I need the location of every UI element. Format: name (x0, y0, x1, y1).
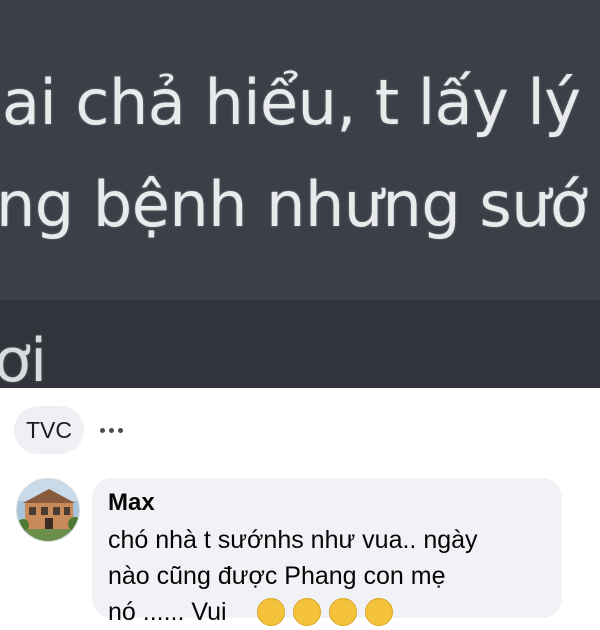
dot (118, 427, 123, 433)
laughing-emoji-icon (328, 598, 357, 626)
screenshot-lower-band (0, 300, 600, 388)
zoomed-screenshot-image: ai chả hiểu, t lấy lý ng bệnh nhưng sướ … (0, 0, 600, 388)
profile-avatar[interactable] (16, 478, 80, 542)
comment-text-line-3-row: nó ...... Vui (108, 594, 546, 630)
emoji-row (256, 598, 393, 626)
screenshot-text-line-1: ai chả hiểu, t lấy lý (2, 66, 581, 139)
screenshot-text-line-3: ơi (0, 326, 47, 388)
comment-author-name[interactable]: Max (108, 488, 546, 518)
tag-chip-tvc[interactable]: TVC (14, 406, 84, 454)
laughing-emoji-icon (292, 598, 321, 626)
dot (109, 427, 114, 433)
screenshot-upper-band (0, 0, 600, 300)
laughing-emoji-icon (256, 598, 285, 626)
dot (100, 427, 105, 433)
comment-bubble: Max chó nhà t sướnhs như vua.. ngày nào … (92, 478, 562, 626)
screenshot-text-line-2: ng bệnh nhưng sướ (0, 168, 588, 241)
comment-text-line-1: chó nhà t sướnhs như vua.. ngày (108, 526, 478, 554)
avatar-house-picture (17, 479, 79, 541)
comment-text-line-3: nó ...... Vui (108, 598, 227, 626)
comment-text-line-2: nào cũng được Phang con mẹ (108, 562, 446, 590)
more-dots-icon[interactable] (100, 406, 123, 454)
laughing-emoji-icon (364, 598, 393, 626)
post-tag-row: TVC (14, 406, 123, 454)
